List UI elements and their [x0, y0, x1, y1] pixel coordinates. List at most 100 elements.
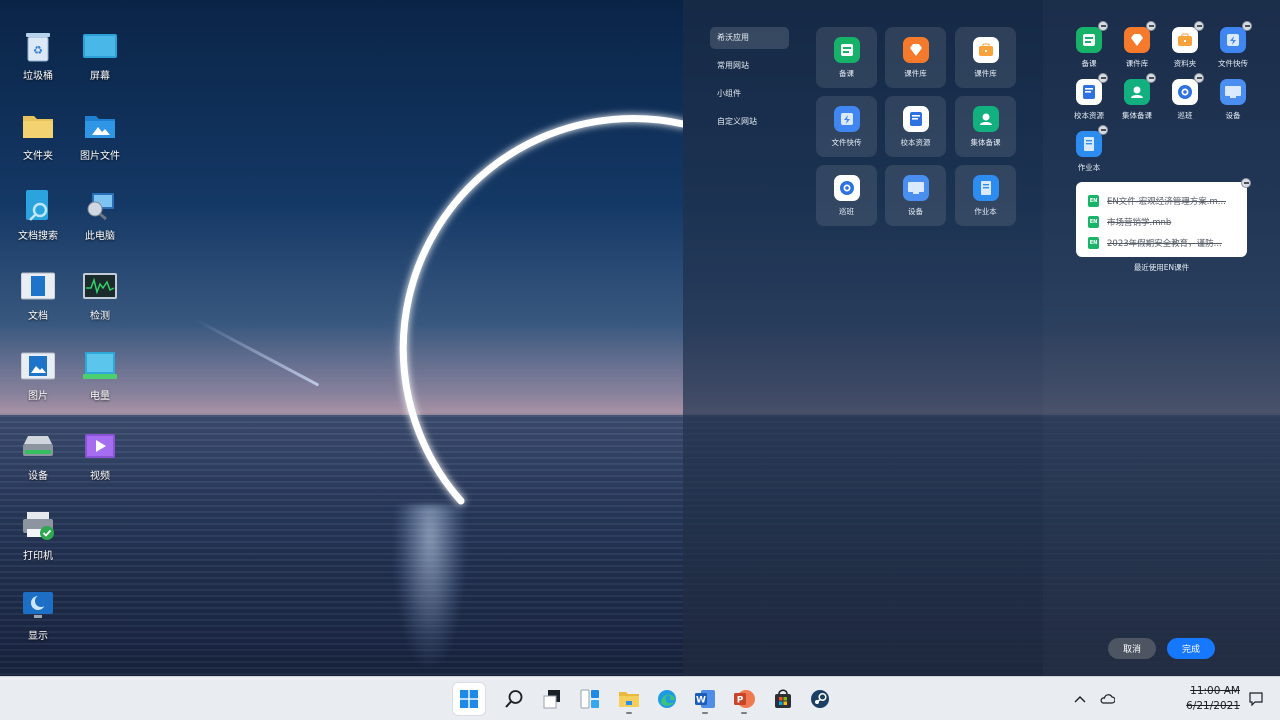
- desktop-icon-label: 图片文件: [80, 151, 120, 162]
- recent-file-row[interactable]: EN EN文件-宏观经济管理方案.m...: [1088, 190, 1239, 211]
- remove-pin-button[interactable]: [1146, 73, 1156, 83]
- desktop-icon-video[interactable]: 视频: [69, 430, 131, 482]
- en-file-icon: EN: [1088, 215, 1099, 228]
- desktop-icon-recycle-bin[interactable]: ♻ 垃圾桶: [7, 30, 69, 82]
- word-button[interactable]: W: [689, 683, 721, 715]
- remove-pin-button[interactable]: [1098, 125, 1108, 135]
- pinned-app-courseware-library[interactable]: 课件库: [1114, 21, 1160, 69]
- pinned-app-device[interactable]: 设备: [1210, 79, 1256, 121]
- taskbar-search-button[interactable]: [498, 683, 530, 715]
- widgets-button[interactable]: [574, 683, 606, 715]
- category-seewo-apps[interactable]: 希沃应用: [710, 27, 789, 49]
- desktop-icon-label: 显示: [28, 631, 48, 642]
- clock-time: 11:00 AM: [1190, 685, 1240, 697]
- file-explorer-button[interactable]: [613, 683, 645, 715]
- pinned-app-homework[interactable]: 作业本: [1066, 125, 1112, 173]
- desktop-icon-label: 打印机: [23, 551, 53, 562]
- app-tile-courseware-library[interactable]: 课件库: [885, 27, 946, 88]
- recent-file-row[interactable]: EN 市场营销学.mnb: [1088, 211, 1239, 232]
- desktop-icon-label: 检测: [90, 311, 110, 322]
- app-tile-device[interactable]: 设备: [885, 165, 946, 226]
- show-hidden-icons-button[interactable]: [1070, 689, 1090, 709]
- pinned-app-class-patrol[interactable]: 巡班: [1162, 73, 1208, 121]
- class-patrol-icon: [1172, 73, 1204, 105]
- app-tile-label: 课件库: [974, 69, 997, 78]
- svg-text:♻: ♻: [33, 44, 43, 57]
- desktop-icon-document-search[interactable]: 文档搜索: [7, 190, 69, 242]
- taskbar-clock[interactable]: 11:00 AM 6/21/2021: [1168, 684, 1240, 714]
- powerpoint-button[interactable]: P: [728, 683, 760, 715]
- display-icon: [21, 590, 55, 622]
- class-patrol-icon: [833, 175, 860, 201]
- task-view-button[interactable]: [536, 683, 568, 715]
- pinned-app-label: 巡班: [1177, 111, 1193, 120]
- desktop-icon-monitor[interactable]: 检测: [69, 270, 131, 322]
- desktop-icon-device[interactable]: 设备: [7, 430, 69, 482]
- recent-file-name: 2023年假期安全教育，谨防...: [1107, 238, 1222, 249]
- desktop-icon-display[interactable]: 显示: [7, 590, 69, 642]
- desktop-icon-label: 设备: [28, 471, 48, 482]
- edge-button[interactable]: [651, 683, 683, 715]
- recent-file-row[interactable]: EN 2023年假期安全教育，谨防...: [1088, 232, 1239, 253]
- desktop-icon-document[interactable]: 文档: [7, 270, 69, 322]
- pinned-app-group-prepare[interactable]: 集体备课: [1114, 73, 1160, 121]
- device-icon: [21, 430, 55, 462]
- word-icon: W: [695, 690, 715, 708]
- recent-file-name: EN文件-宏观经济管理方案.m...: [1107, 196, 1226, 207]
- app-tile-group-prepare[interactable]: 集体备课: [955, 96, 1016, 157]
- pinned-app-file-transfer[interactable]: 文件快传: [1210, 21, 1256, 69]
- store-button[interactable]: [767, 683, 799, 715]
- file-explorer-icon: [619, 692, 639, 707]
- app-tile-class-patrol[interactable]: 巡班: [816, 165, 877, 226]
- desktop-icon-picture-folder[interactable]: 图片文件: [69, 110, 131, 162]
- desktop-icon-label: 垃圾桶: [23, 71, 53, 82]
- remove-pin-button[interactable]: [1098, 73, 1108, 83]
- category-custom-websites[interactable]: 自定义网站: [710, 111, 789, 133]
- remove-pin-button[interactable]: [1194, 73, 1204, 83]
- desktop-icon-printer[interactable]: 打印机: [7, 510, 69, 562]
- remove-widget-button[interactable]: [1241, 178, 1251, 188]
- onedrive-button[interactable]: [1097, 689, 1117, 709]
- recent-widget-caption: 最近使用EN课件: [1133, 263, 1190, 272]
- start-button[interactable]: [453, 683, 485, 715]
- category-widgets[interactable]: 小组件: [710, 83, 789, 105]
- done-button[interactable]: 完成: [1167, 638, 1215, 659]
- homework-icon: [1076, 125, 1108, 157]
- remove-pin-button[interactable]: [1146, 21, 1156, 31]
- prepare-lesson-icon: [1076, 21, 1108, 53]
- courseware-library-icon: [902, 37, 929, 63]
- wallpaper-light-ring: [399, 115, 683, 505]
- school-resources-icon: [902, 106, 929, 132]
- store-icon: [775, 689, 791, 708]
- cancel-button[interactable]: 取消: [1108, 638, 1156, 659]
- app-tile-school-resources[interactable]: 校本资源: [885, 96, 946, 157]
- app-tile-file-transfer[interactable]: 文件快传: [816, 96, 877, 157]
- svg-text:W: W: [696, 696, 706, 706]
- pinned-app-school-resources[interactable]: 校本资源: [1066, 73, 1112, 121]
- app-tile-prepare-lesson[interactable]: 备课: [816, 27, 877, 88]
- desktop-icon-battery[interactable]: 电量: [69, 350, 131, 402]
- svg-text:P: P: [737, 696, 744, 706]
- pinned-app-materials-folder[interactable]: 资料夹: [1162, 21, 1208, 69]
- running-indicator: [626, 712, 632, 714]
- briefcase-icon: [972, 37, 999, 63]
- task-view-icon: [543, 690, 560, 709]
- pinned-app-prepare-lesson[interactable]: 备课: [1066, 21, 1112, 69]
- remove-pin-button[interactable]: [1194, 21, 1204, 31]
- video-icon: [83, 430, 117, 462]
- clock-date: 6/21/2021: [1186, 700, 1240, 712]
- steam-button[interactable]: [804, 683, 836, 715]
- desktop-icon-screen[interactable]: 屏幕: [69, 30, 131, 82]
- notification-center-button[interactable]: [1246, 689, 1266, 709]
- desktop-icon-this-pc[interactable]: 此电脑: [69, 190, 131, 242]
- monitor-icon: [83, 270, 117, 302]
- screen-icon: [83, 30, 117, 62]
- desktop-icon-folder[interactable]: 文件夹: [7, 110, 69, 162]
- remove-pin-button[interactable]: [1242, 21, 1252, 31]
- app-tile-courseware-library-2[interactable]: 课件库: [955, 27, 1016, 88]
- desktop-icon-picture[interactable]: 图片: [7, 350, 69, 402]
- remove-pin-button[interactable]: [1098, 21, 1108, 31]
- category-common-websites[interactable]: 常用网站: [710, 55, 789, 77]
- document-search-icon: [21, 190, 55, 222]
- app-tile-homework[interactable]: 作业本: [955, 165, 1016, 226]
